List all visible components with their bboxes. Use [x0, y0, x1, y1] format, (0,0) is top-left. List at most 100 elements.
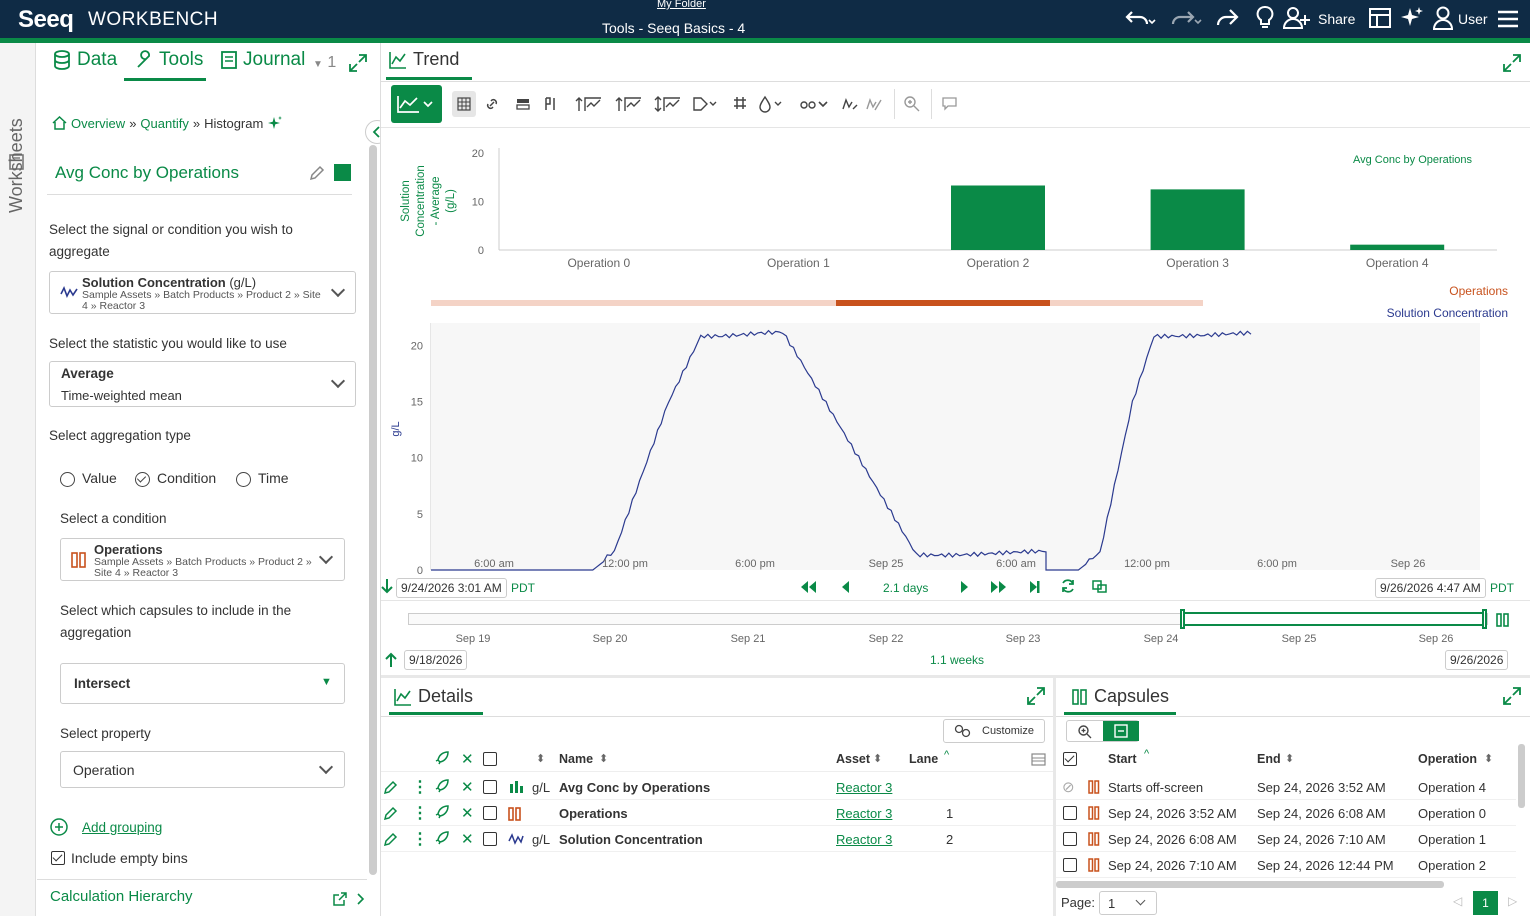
refresh-icon[interactable]	[1060, 578, 1076, 594]
step-back-icon[interactable]	[840, 579, 852, 595]
step-back-far-icon[interactable]	[799, 579, 817, 595]
kebab-menu-icon[interactable]: ⋮	[412, 829, 428, 849]
customize-trend-icon[interactable]	[841, 95, 859, 113]
sort-icon[interactable]: ⬍	[536, 752, 545, 765]
kebab-menu-icon[interactable]: ⋮	[412, 777, 428, 797]
row-name[interactable]: Solution Concentration	[559, 832, 703, 847]
navigator-handle-right[interactable]	[1482, 609, 1487, 629]
property-select[interactable]: Operation	[60, 751, 345, 788]
add-grouping-link[interactable]: Add grouping	[82, 820, 162, 835]
expand-icon[interactable]	[1026, 686, 1046, 706]
chart-type-button[interactable]	[391, 85, 442, 123]
col-end[interactable]: End	[1257, 752, 1281, 766]
radio-time[interactable]	[236, 472, 251, 487]
step-forward-far-icon[interactable]	[990, 579, 1008, 595]
home-icon[interactable]	[52, 116, 67, 130]
rocket-icon[interactable]	[434, 778, 450, 794]
breadcrumb-quantify[interactable]: Quantify	[140, 116, 188, 131]
sort-asc-icon[interactable]: ^	[1144, 748, 1149, 760]
auto-update-icon[interactable]	[1091, 578, 1109, 594]
capsule-checkbox[interactable]	[1063, 806, 1077, 820]
column-settings-icon[interactable]	[1031, 752, 1047, 768]
sort-icon[interactable]: ⬍	[599, 752, 608, 765]
customize-button[interactable]: Customize	[943, 719, 1045, 743]
capsule-bar-selected[interactable]	[836, 300, 1050, 306]
zoom-icon[interactable]	[903, 95, 921, 113]
select-all-checkbox[interactable]	[483, 752, 497, 766]
color-swatch[interactable]	[334, 164, 351, 181]
capsule-checkbox[interactable]	[1063, 858, 1077, 872]
capsule-mode-select[interactable]: Intersect ▼	[60, 663, 345, 704]
capsule-list-button[interactable]	[1103, 721, 1139, 741]
navigator-duration[interactable]: 1.1 weeks	[930, 653, 984, 667]
view-options-icon[interactable]	[799, 95, 831, 113]
page-select[interactable]: 1	[1099, 891, 1157, 915]
chevron-right-icon[interactable]	[355, 891, 367, 907]
col-asset[interactable]: Asset	[836, 752, 870, 766]
sort-icon[interactable]: ⬍	[1484, 752, 1493, 765]
drop-icon[interactable]	[758, 95, 786, 113]
range-start-field[interactable]: 9/24/2026 3:01 AM	[396, 578, 507, 598]
undo-icon[interactable]	[1124, 6, 1158, 30]
range-end-tz[interactable]: PDT	[1490, 581, 1514, 595]
layout-icon[interactable]	[1368, 6, 1392, 30]
folder-link[interactable]: My Folder	[657, 0, 706, 10]
lanes-icon[interactable]	[515, 96, 531, 112]
journal-count[interactable]: ▼ 1	[313, 54, 336, 72]
col-lane[interactable]: Lane	[909, 752, 938, 766]
pencil-icon[interactable]	[384, 780, 398, 794]
tool-title[interactable]: Avg Conc by Operations	[55, 163, 239, 183]
page-prev-icon[interactable]: ◁	[1453, 894, 1462, 908]
navigator-end-field[interactable]: 9/26/2026	[1445, 650, 1509, 670]
expand-icon[interactable]	[348, 53, 368, 73]
tab-data[interactable]: Data	[53, 49, 117, 71]
statistic-select[interactable]: Average Time-weighted mean	[49, 361, 356, 407]
hamburger-menu-icon[interactable]	[1497, 8, 1519, 30]
worksheets-label[interactable]: Worksheets	[6, 118, 27, 213]
row-checkbox[interactable]	[483, 780, 497, 794]
capsule-nav-icon[interactable]	[1496, 612, 1510, 628]
user-menu[interactable]: User	[1458, 11, 1488, 27]
ai-sparkle-icon[interactable]	[267, 115, 283, 131]
radio-value[interactable]	[60, 472, 75, 487]
tab-tools[interactable]: Tools	[135, 49, 203, 71]
condition-select[interactable]: Operations Sample Assets » Batch Product…	[60, 538, 345, 581]
expand-icon[interactable]	[1502, 686, 1522, 706]
redo-icon[interactable]	[1170, 6, 1204, 30]
comment-icon[interactable]	[941, 95, 959, 113]
forward-icon[interactable]	[1214, 6, 1242, 30]
range-start-tz[interactable]: PDT	[511, 581, 535, 595]
capsule-view-toggle[interactable]	[1066, 720, 1139, 742]
row-checkbox[interactable]	[483, 832, 497, 846]
capsule-checkbox[interactable]	[1063, 832, 1077, 846]
plus-circle-icon[interactable]	[50, 818, 68, 836]
signal-select[interactable]: Solution Concentration (g/L) Sample Asse…	[49, 271, 356, 314]
col-start[interactable]: Start	[1108, 752, 1136, 766]
page-next-icon[interactable]: ▷	[1508, 894, 1517, 908]
external-link-icon[interactable]	[332, 891, 348, 907]
label-icon[interactable]	[692, 95, 718, 113]
rocket-icon[interactable]	[434, 750, 450, 766]
row-name[interactable]: Operations	[559, 806, 628, 821]
pencil-icon[interactable]	[309, 165, 325, 181]
pencil-icon[interactable]	[384, 806, 398, 820]
row-asset[interactable]: Reactor 3	[836, 832, 892, 847]
navigator-selection[interactable]	[1182, 612, 1487, 626]
capsule-lane-icon[interactable]	[543, 96, 557, 112]
page-current[interactable]: 1	[1473, 891, 1498, 915]
kebab-menu-icon[interactable]: ⋮	[412, 803, 428, 823]
table-row[interactable]: Sep 24, 2026 6:08 AM Sep 24, 2026 7:10 A…	[1056, 826, 1516, 852]
lightbulb-icon[interactable]	[1254, 5, 1276, 31]
axis-range-icon[interactable]	[654, 95, 682, 113]
remove-icon[interactable]: ✕	[461, 778, 474, 796]
range-duration[interactable]: 2.1 days	[883, 581, 928, 595]
signal-trend-chart[interactable]: 0 5 10 15 20 g/L	[381, 313, 1530, 583]
share-button[interactable]: Share	[1318, 11, 1355, 27]
histogram-bar[interactable]	[951, 185, 1045, 250]
remove-icon[interactable]: ✕	[461, 804, 474, 822]
tab-capsules[interactable]: Capsules	[1072, 686, 1169, 707]
remove-icon[interactable]: ✕	[461, 830, 474, 848]
seeq-logo[interactable]: Seeq	[18, 6, 74, 34]
range-end-field[interactable]: 9/26/2026 4:47 AM	[1375, 578, 1486, 598]
pencil-icon[interactable]	[384, 832, 398, 846]
